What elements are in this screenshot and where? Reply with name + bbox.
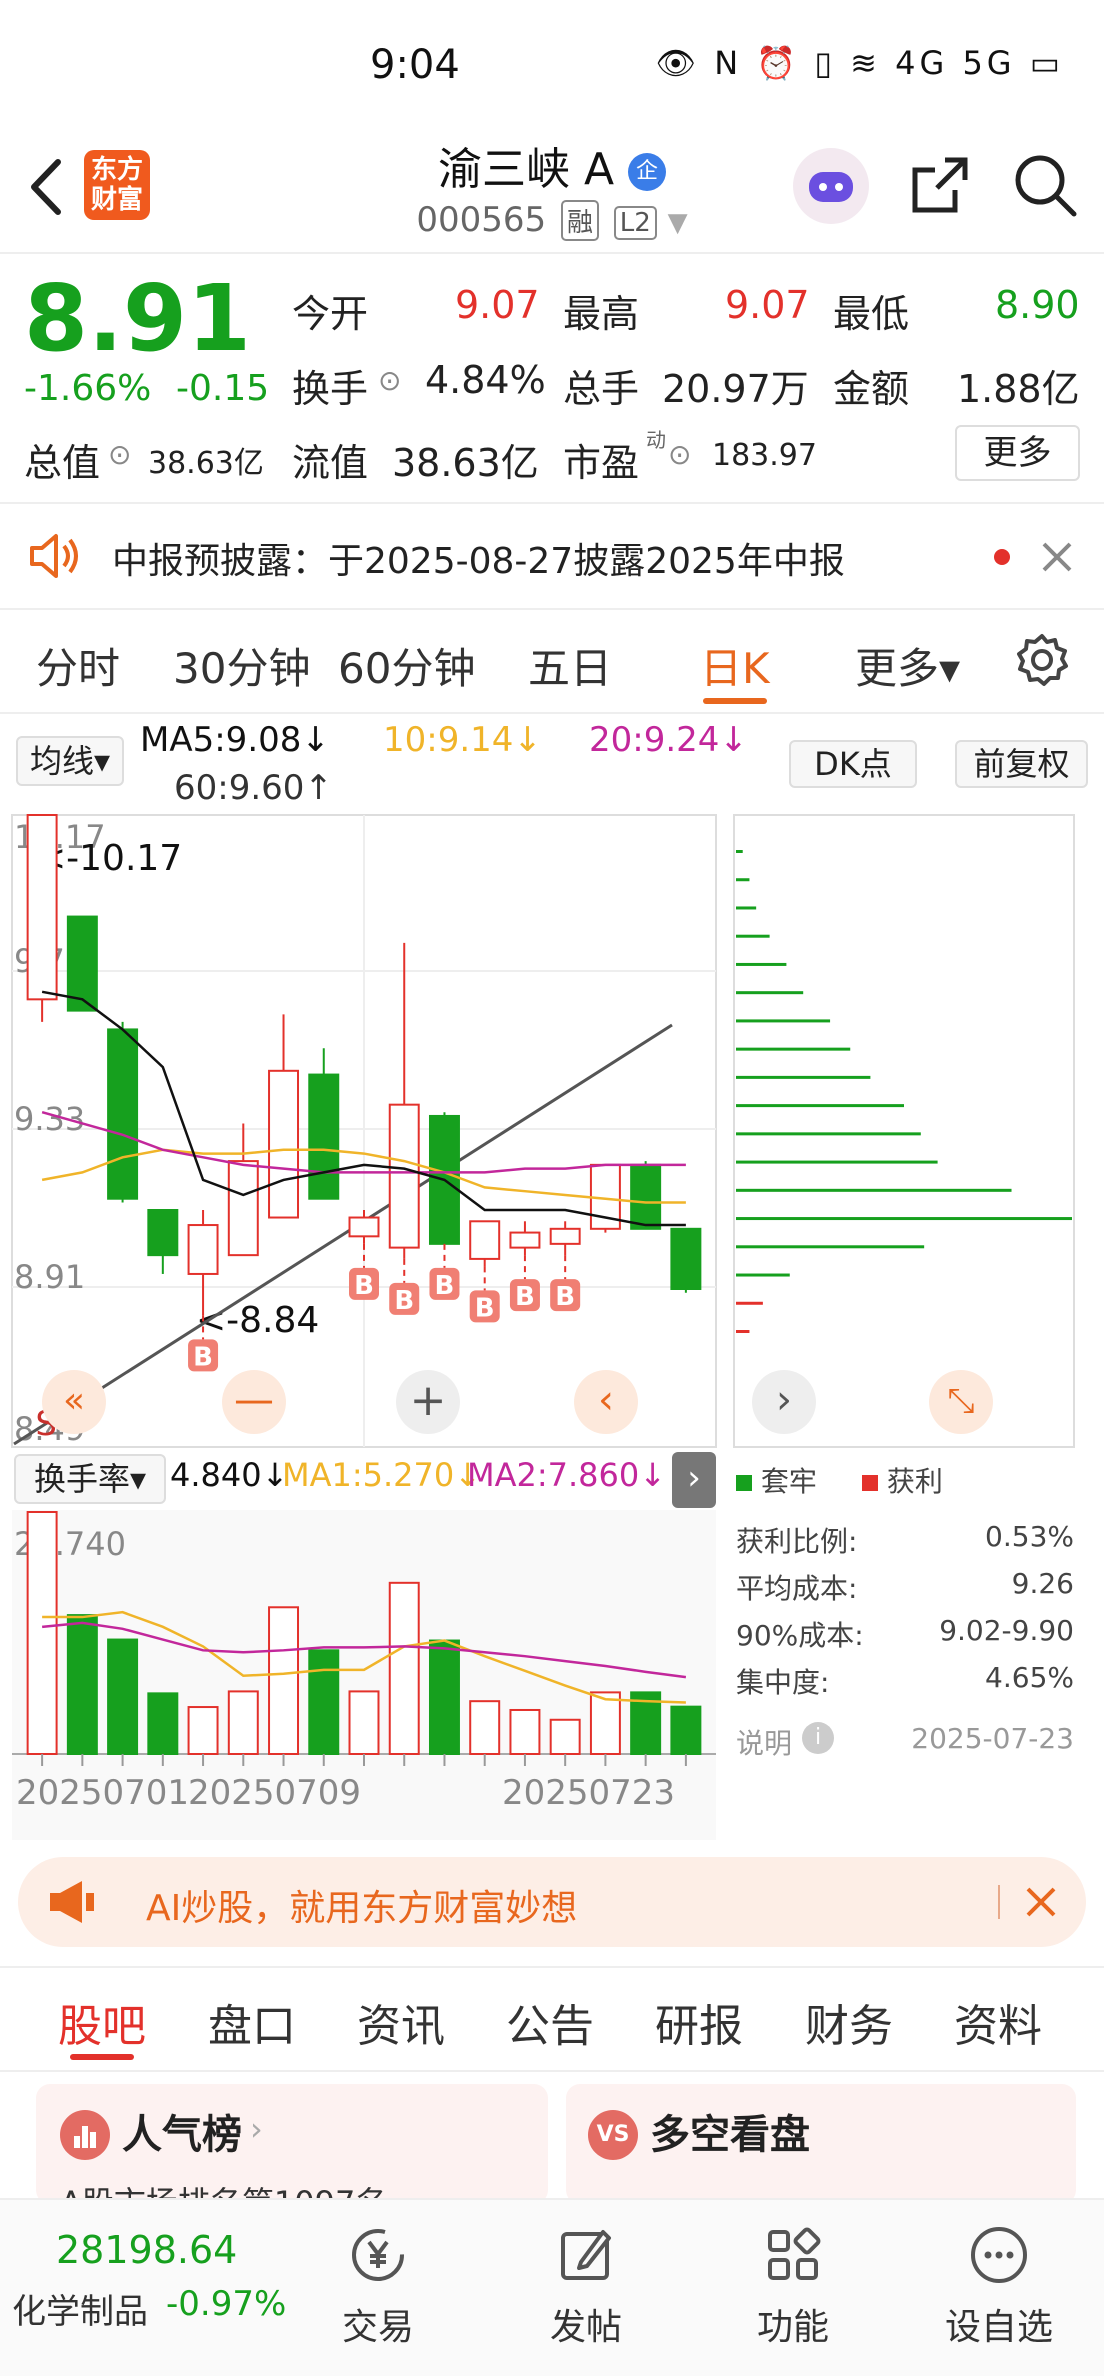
nav-watchlist-label: 设自选: [944, 2307, 1053, 2348]
more-dots-icon: [919, 2222, 1079, 2288]
legend-profit: 获利: [862, 1460, 943, 1500]
avg-cost-value: 9.26: [1011, 1567, 1074, 1600]
nav-trade-label: 交易: [341, 2307, 414, 2348]
note-label[interactable]: 说明: [736, 1722, 792, 1762]
x-label-1: 20250701: [16, 1773, 189, 1813]
avg-cost-label: 平均成本:: [736, 1572, 858, 1605]
turnover-bar: [469, 1700, 501, 1756]
banner-separator: [998, 1885, 1000, 1919]
nav-trade[interactable]: 交易: [298, 2200, 458, 2350]
tab-pankou[interactable]: 盘口: [208, 1990, 296, 2054]
cost90-value: 9.02-9.90: [939, 1614, 1074, 1647]
turnover-bar: [66, 1614, 98, 1756]
sector-name[interactable]: 化学制品: [12, 2284, 148, 2333]
turnover-bar: [268, 1606, 300, 1755]
turnover-bar: [308, 1649, 340, 1756]
sector-index-value[interactable]: 28198.64: [56, 2228, 237, 2272]
profit-ratio-label: 获利比例:: [736, 1525, 858, 1558]
bottom-nav: 28198.64 化学制品 -0.97% 交易 发帖 功能 设自选: [0, 2198, 1104, 2376]
chart-bars-icon: [60, 2110, 110, 2160]
turnover-bar: [428, 1639, 460, 1756]
legend-trapped-label: 套牢: [760, 1465, 817, 1498]
trade-yen-icon: [298, 2222, 458, 2288]
sector-change: -0.97%: [166, 2284, 287, 2324]
turnover-bar: [589, 1691, 621, 1756]
x-label-3: 20250723: [502, 1773, 675, 1813]
tab-announcements[interactable]: 公告: [506, 1990, 594, 2054]
popularity-card[interactable]: 人气榜 › A股市场排名第1097名: [36, 2084, 548, 2204]
turnover-bar: [388, 1581, 420, 1755]
edit-post-icon: [506, 2222, 666, 2288]
nav-post[interactable]: 发帖: [506, 2200, 666, 2350]
turnover-bar: [549, 1718, 581, 1755]
turnover-bar: [670, 1705, 702, 1755]
tab-research[interactable]: 研报: [655, 1990, 743, 2054]
profit-ratio-value: 0.53%: [985, 1520, 1074, 1553]
tab-finance[interactable]: 财务: [805, 1990, 893, 2054]
turnover-bar: [147, 1692, 179, 1755]
turnover-bar: [26, 1511, 58, 1755]
nav-post-label: 发帖: [549, 2307, 622, 2348]
chevron-right-icon: ›: [250, 2110, 263, 2148]
turnover-bar: [509, 1708, 541, 1755]
nav-function[interactable]: 功能: [713, 2200, 873, 2350]
tab-guba[interactable]: 股吧: [58, 1990, 146, 2054]
vs-icon: VS: [588, 2110, 638, 2160]
legend-profit-label: 获利: [886, 1465, 943, 1498]
tab-profile[interactable]: 资料: [954, 1990, 1042, 2054]
turnover-bar: [187, 1706, 219, 1756]
tab-active-underline: [70, 2054, 134, 2060]
turnover-bar: [348, 1690, 380, 1756]
chip-date: 2025-07-23: [911, 1722, 1074, 1755]
turnover-bar: [107, 1638, 139, 1755]
banner-text: AI炒股，就用东方财富妙想: [146, 1888, 578, 1929]
legend-trapped: 套牢: [736, 1460, 817, 1500]
nav-watchlist[interactable]: 设自选: [919, 2200, 1079, 2350]
concentration-label: 集中度:: [736, 1666, 830, 1699]
bull-bear-title: 多空看盘: [650, 2112, 810, 2158]
nav-function-label: 功能: [756, 2307, 829, 2348]
tab-news[interactable]: 资讯: [357, 1990, 445, 2054]
popularity-title: 人气榜: [122, 2112, 242, 2158]
banner-close-icon[interactable]: [1022, 1883, 1060, 1921]
grid-apps-icon: [713, 2222, 873, 2288]
info-circle-icon[interactable]: i: [802, 1722, 834, 1754]
x-label-2: 20250709: [188, 1773, 361, 1813]
banner-divider: [0, 1966, 1104, 1968]
btabs-divider: [0, 2070, 1104, 2072]
legend-profit-swatch: [862, 1475, 878, 1491]
bull-bear-card[interactable]: VS 多空看盘: [566, 2084, 1076, 2204]
legend-trapped-swatch: [736, 1475, 752, 1491]
concentration-value: 4.65%: [985, 1661, 1074, 1694]
cost90-label: 90%成本:: [736, 1619, 864, 1652]
turnover-bar: [227, 1690, 259, 1756]
megaphone-icon: [46, 1879, 98, 1925]
ai-banner[interactable]: AI炒股，就用东方财富妙想: [18, 1857, 1086, 1947]
